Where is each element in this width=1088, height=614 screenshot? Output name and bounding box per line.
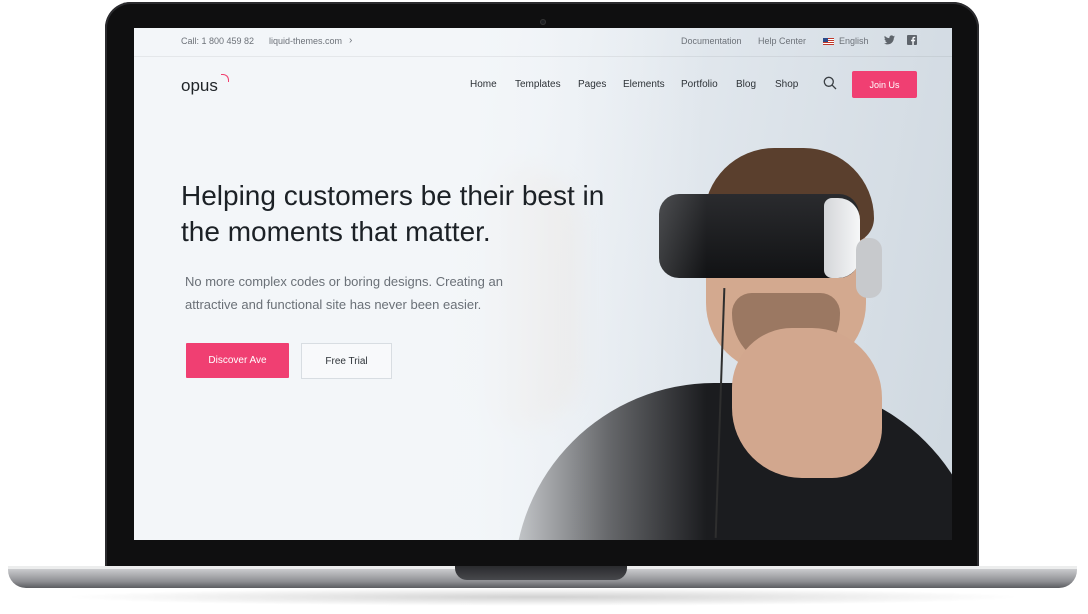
help-center-link[interactable]: Help Center [758, 36, 806, 46]
facebook-icon[interactable] [907, 35, 917, 48]
nav-portfolio[interactable]: Portfolio [681, 79, 718, 90]
nav-elements[interactable]: Elements [623, 79, 665, 90]
hero-title: Helping customers be their best in the mo… [181, 178, 621, 250]
us-flag-icon [823, 38, 834, 45]
top-utility-bar: Call: 1 800 459 82 liquid-themes.com › D… [134, 28, 952, 57]
nav-blog[interactable]: Blog [736, 79, 756, 90]
opus-logo[interactable]: opus [181, 76, 218, 96]
language-selector[interactable]: English [839, 36, 869, 46]
nav-pages[interactable]: Pages [578, 79, 606, 90]
laptop-notch [455, 566, 627, 580]
join-us-button[interactable]: Join Us [852, 71, 917, 98]
hero-subtitle: No more complex codes or boring designs.… [185, 270, 515, 316]
nav-templates[interactable]: Templates [515, 79, 561, 90]
laptop-shadow [60, 588, 1025, 606]
nav-shop[interactable]: Shop [775, 79, 798, 90]
phone-number: Call: 1 800 459 82 [181, 36, 255, 46]
hero-title-line-2: the moments that matter. [181, 216, 491, 247]
twitter-icon[interactable] [884, 35, 895, 48]
hero-subtitle-line-2: attractive and functional site has never… [185, 297, 482, 312]
site-link[interactable]: liquid-themes.com [269, 36, 342, 46]
browser-screen: Call: 1 800 459 82 liquid-themes.com › D… [134, 28, 952, 540]
chevron-right-icon: › [349, 35, 353, 46]
nav-home[interactable]: Home [470, 79, 497, 90]
free-trial-button[interactable]: Free Trial [301, 343, 392, 379]
camera-icon [540, 19, 546, 25]
documentation-link[interactable]: Documentation [681, 36, 742, 46]
discover-button[interactable]: Discover Ave [186, 343, 289, 378]
search-icon[interactable] [823, 76, 837, 90]
hero-title-line-1: Helping customers be their best in [181, 180, 605, 211]
hero-subtitle-line-1: No more complex codes or boring designs.… [185, 274, 503, 289]
